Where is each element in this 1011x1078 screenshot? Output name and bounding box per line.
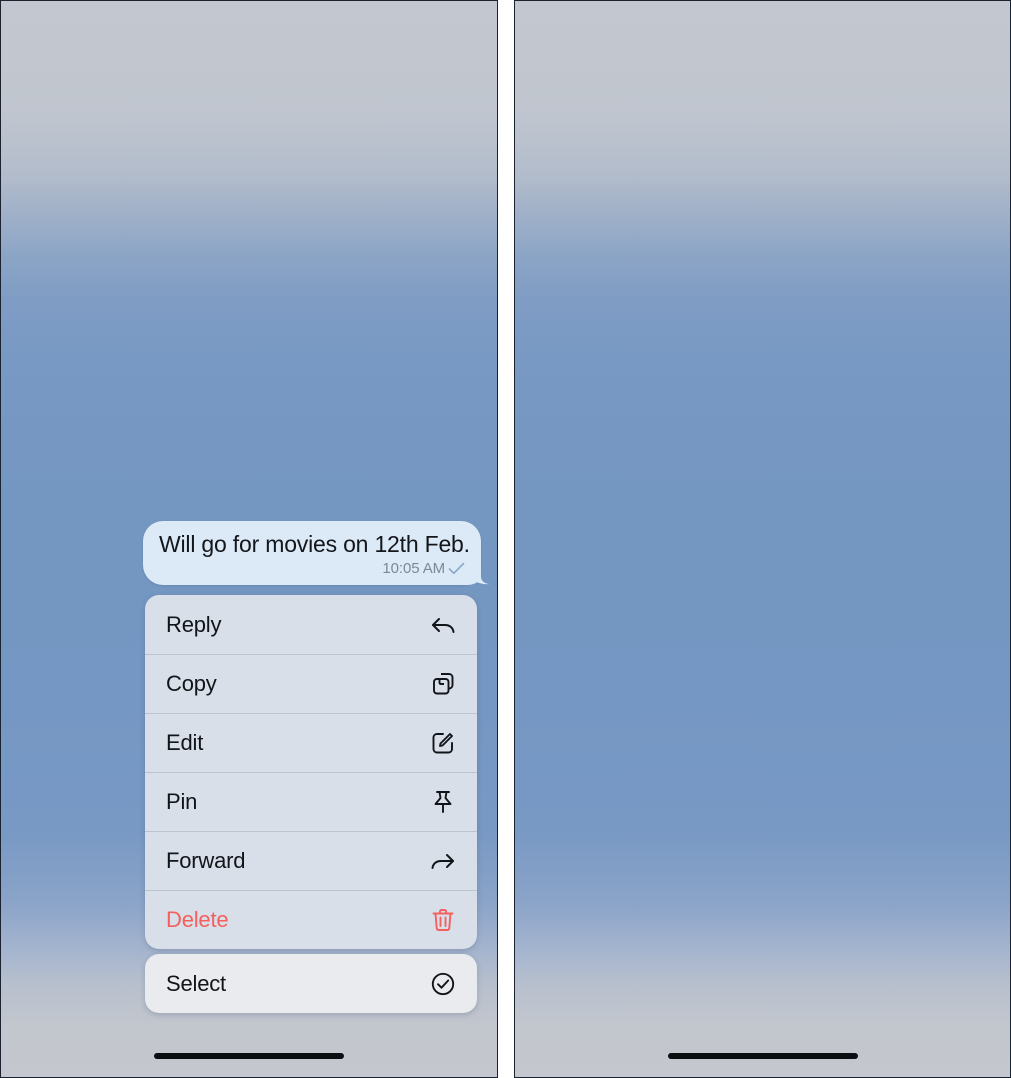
checkmark-icon (448, 562, 465, 575)
message-timestamp: 10:05 AM (382, 560, 445, 578)
home-indicator (154, 1053, 344, 1059)
forward-arrow-icon (431, 853, 454, 869)
context-menu-item-label: Select (166, 970, 226, 996)
context-menu-item-label: Forward (166, 847, 246, 873)
context-menu-item-label: Edit (166, 729, 204, 755)
context-menu-left: Reply Copy Edit Pin Forward Delete Selec… (145, 595, 477, 1013)
screenshot-stage: Will go for movies on 12th Feb. 10:05 AM… (0, 0, 1011, 1078)
bubble-tail-icon (469, 559, 490, 585)
check-circle-icon (431, 972, 455, 995)
pin-icon (434, 790, 452, 813)
phone-panel-left: Will go for movies on 12th Feb. 10:05 AM… (0, 0, 498, 1078)
context-menu-item-pin[interactable]: Pin (145, 772, 477, 831)
phone-panel-right: Copy Look Up Share Will go for movies on… (514, 0, 1011, 1078)
context-menu-item-label: Pin (166, 788, 198, 814)
message-meta: 10:05 AM (159, 560, 465, 577)
message-text: Will go for movies on 12th Feb. (159, 531, 470, 557)
pencil-square-icon (432, 732, 453, 753)
reply-arrow-icon (432, 617, 455, 633)
message-bubble-container: Will go for movies on 12th Feb. 10:05 AM (143, 521, 490, 586)
context-menu-item-forward[interactable]: Forward (145, 831, 477, 890)
context-menu-item-delete[interactable]: Delete (145, 890, 477, 949)
context-menu-item-reply[interactable]: Reply (145, 595, 477, 654)
context-menu-item-label: Reply (166, 611, 222, 637)
message-bubble[interactable]: Will go for movies on 12th Feb. 10:05 AM (143, 521, 490, 586)
copy-documents-icon (433, 672, 454, 694)
home-indicator (667, 1053, 858, 1059)
context-menu-item-label: Delete (166, 906, 229, 932)
trash-icon (432, 908, 454, 931)
context-menu-item-select[interactable]: Select (145, 954, 477, 1013)
context-menu-primary-group: Reply Copy Edit Pin Forward Delete (145, 595, 477, 949)
context-menu-item-copy[interactable]: Copy (145, 654, 477, 713)
context-menu-secondary-group: Select (145, 954, 477, 1013)
context-menu-item-edit[interactable]: Edit (145, 713, 477, 772)
context-menu-item-label: Copy (166, 670, 217, 696)
